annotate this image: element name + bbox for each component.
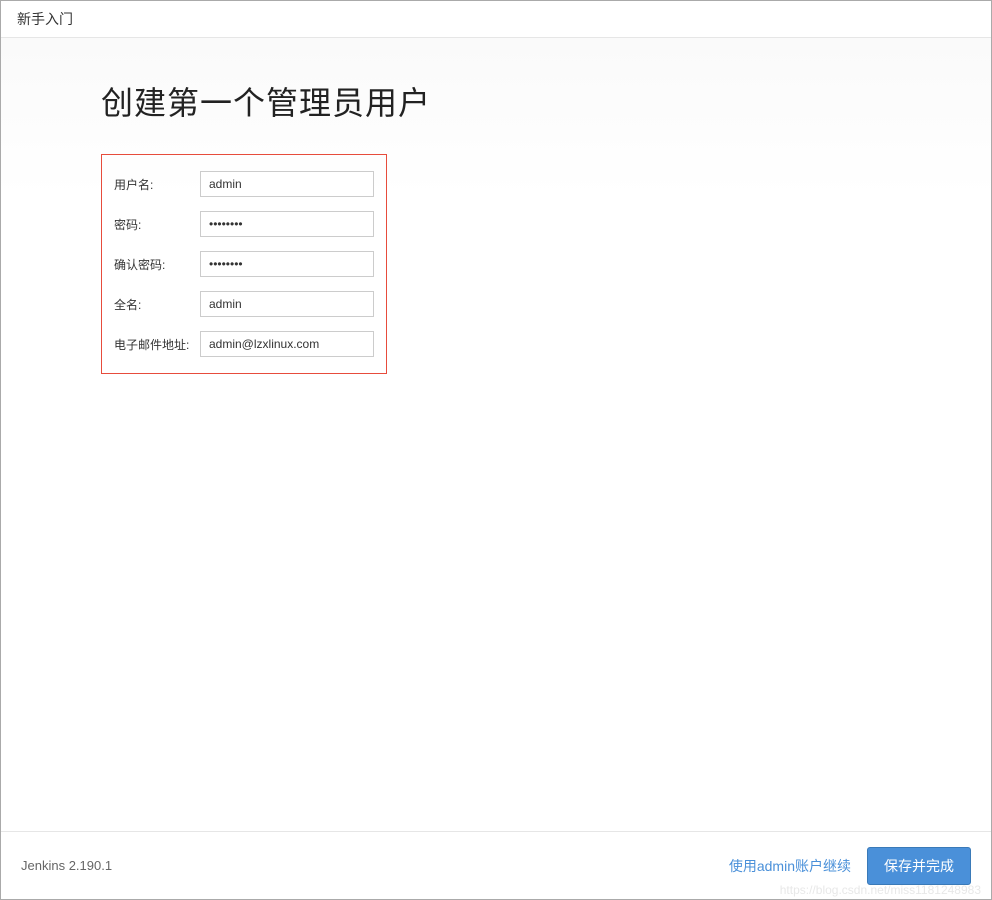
- username-input[interactable]: [200, 171, 374, 197]
- confirm-password-label: 确认密码:: [110, 256, 200, 273]
- password-label: 密码:: [110, 216, 200, 233]
- form-row-fullname: 全名:: [110, 291, 374, 317]
- save-and-finish-button[interactable]: 保存并完成: [867, 847, 971, 885]
- page-title: 创建第一个管理员用户: [101, 78, 891, 124]
- form-row-confirm-password: 确认密码:: [110, 251, 374, 277]
- dialog-header: 新手入门: [1, 1, 991, 38]
- form-row-email: 电子邮件地址:: [110, 331, 374, 357]
- email-label: 电子邮件地址:: [110, 336, 200, 353]
- version-label: Jenkins 2.190.1: [21, 858, 112, 873]
- form-row-password: 密码:: [110, 211, 374, 237]
- fullname-input[interactable]: [200, 291, 374, 317]
- continue-as-admin-button[interactable]: 使用admin账户继续: [729, 856, 851, 876]
- email-input[interactable]: [200, 331, 374, 357]
- username-label: 用户名:: [110, 176, 200, 193]
- admin-user-form: 用户名: 密码: 确认密码: 全名: 电子邮件地址:: [101, 154, 387, 374]
- form-row-username: 用户名:: [110, 171, 374, 197]
- password-input[interactable]: [200, 211, 374, 237]
- dialog-footer: Jenkins 2.190.1 使用admin账户继续 保存并完成: [1, 831, 991, 899]
- fullname-label: 全名:: [110, 296, 200, 313]
- footer-actions: 使用admin账户继续 保存并完成: [729, 847, 971, 885]
- main-content: 创建第一个管理员用户 用户名: 密码: 确认密码: 全名: 电子邮件地址:: [1, 38, 991, 830]
- confirm-password-input[interactable]: [200, 251, 374, 277]
- header-title: 新手入门: [17, 11, 73, 27]
